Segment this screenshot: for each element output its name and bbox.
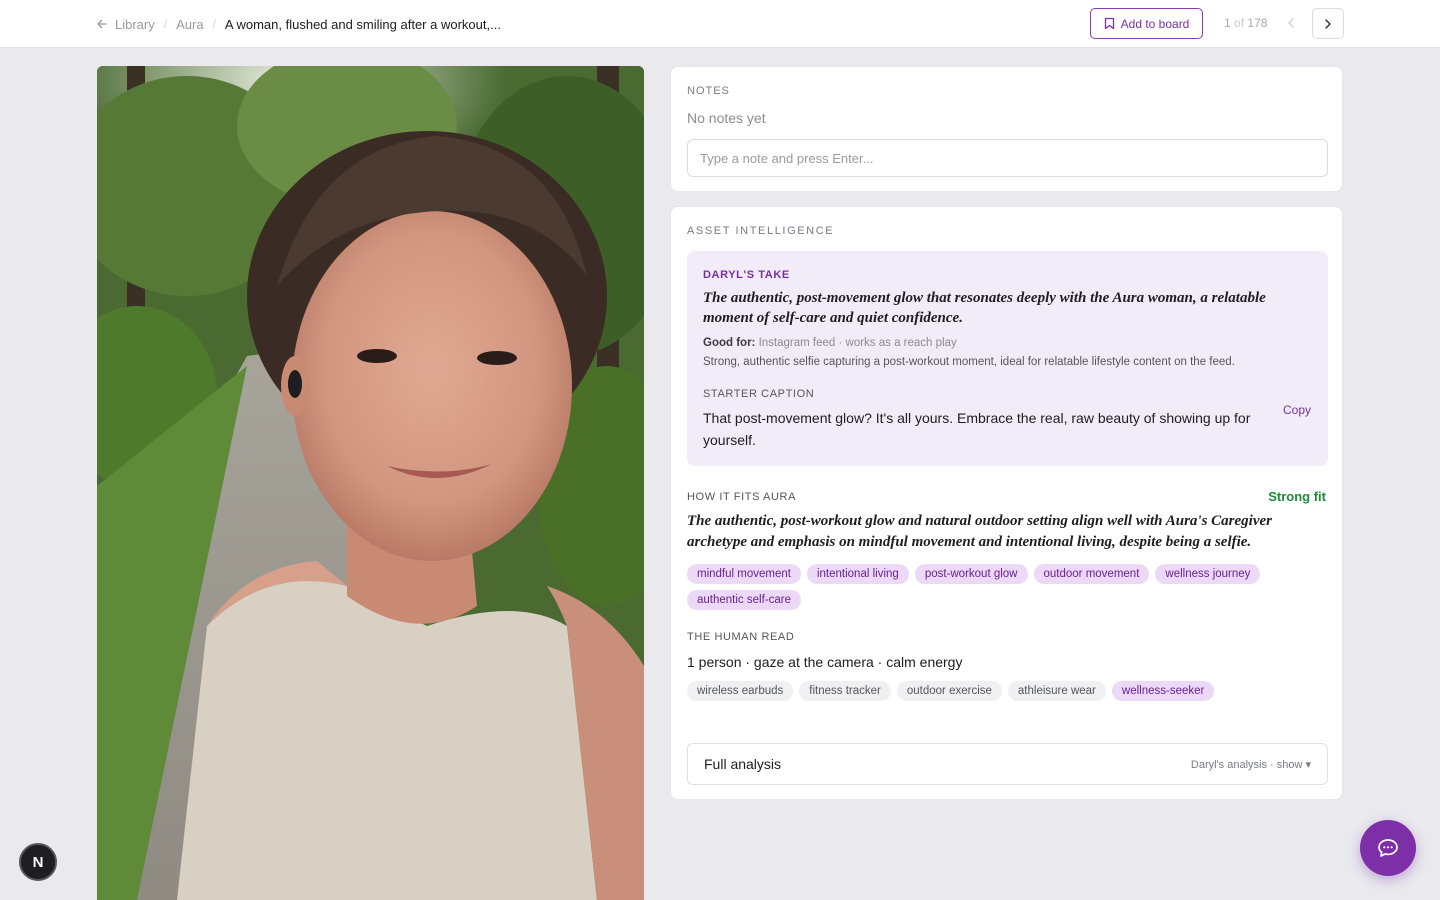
daryls-take-quote: The authentic, post-movement glow that r… <box>703 290 1266 326</box>
take-description: Strong, authentic selfie capturing a pos… <box>703 356 1235 368</box>
pager-total: 178 <box>1247 16 1268 30</box>
add-to-board-button[interactable]: Add to board <box>1090 8 1203 39</box>
fit-tags: mindful movement intentional living post… <box>687 564 1327 610</box>
pager-of: of <box>1234 16 1245 30</box>
asset-intelligence-title: ASSET INTELLIGENCE <box>687 225 835 237</box>
top-bar: Library / Aura / A woman, flushed and sm… <box>0 0 1440 48</box>
daryls-take-panel: DARYL'S TAKE The authentic, post-movemen… <box>687 251 1328 466</box>
breadcrumb-current: A woman, flushed and smiling after a wor… <box>224 16 501 32</box>
fit-tag[interactable]: mindful movement <box>687 564 801 584</box>
next-button[interactable] <box>1312 8 1344 39</box>
breadcrumb: Library / Aura / A woman, flushed and sm… <box>96 0 501 48</box>
human-read-summary: 1 person · gaze at the camera · calm ene… <box>687 654 963 670</box>
human-read-tags: wireless earbuds fitness tracker outdoor… <box>687 681 1327 701</box>
starter-caption-text: That post-movement glow? It's all yours.… <box>703 410 1251 448</box>
breadcrumb-separator: / <box>212 17 216 31</box>
full-analysis-title: Full analysis <box>704 756 782 772</box>
good-for: Good for: Instagram feed · works as a re… <box>703 337 957 349</box>
pager-current: 1 <box>1224 16 1231 30</box>
fit-strength-badge: Strong fit <box>1268 489 1326 504</box>
object-tag[interactable]: athleisure wear <box>1007 681 1106 701</box>
good-for-value: Instagram feed · works as a reach play <box>758 337 957 349</box>
previous-button[interactable] <box>1280 12 1302 34</box>
how-it-fits-quote: The authentic, post-workout glow and nat… <box>687 513 1272 550</box>
notes-title: NOTES <box>687 85 730 97</box>
add-to-board-label: Add to board <box>1120 16 1190 31</box>
chevron-left-icon <box>1288 18 1294 28</box>
breadcrumb-collection-link[interactable]: Aura <box>176 17 203 32</box>
full-analysis-toggle[interactable]: Full analysis Daryl's analysis · show ▾ <box>687 743 1328 785</box>
persona-tag[interactable]: wellness-seeker <box>1111 681 1215 701</box>
full-analysis-meta: Daryl's analysis · show ▾ <box>1190 758 1311 771</box>
how-it-fits-label: HOW IT FITS AURA <box>687 491 797 503</box>
starter-caption-label: STARTER CAPTION <box>703 388 815 400</box>
chat-button[interactable] <box>1360 820 1416 876</box>
daryls-take-label: DARYL'S TAKE <box>703 269 790 281</box>
fit-tag[interactable]: post-workout glow <box>914 564 1028 584</box>
photo-illustration <box>97 66 644 900</box>
pager-count: 1 of 178 <box>1224 16 1267 30</box>
n-logo-badge[interactable]: N <box>19 843 57 881</box>
good-for-label: Good for: <box>703 337 756 349</box>
object-tag[interactable]: fitness tracker <box>799 681 891 701</box>
notes-empty-state: No notes yet <box>687 110 766 126</box>
bookmark-icon <box>1104 17 1114 30</box>
fit-tag[interactable]: outdoor movement <box>1033 564 1150 584</box>
human-read-label: THE HUMAN READ <box>687 631 795 643</box>
asset-intelligence-card: ASSET INTELLIGENCE DARYL'S TAKE The auth… <box>670 206 1343 800</box>
object-tag[interactable]: wireless earbuds <box>687 681 794 701</box>
object-tag[interactable]: outdoor exercise <box>896 681 1002 701</box>
breadcrumb-library-label: Library <box>115 16 155 32</box>
fit-tag[interactable]: wellness journey <box>1155 564 1261 584</box>
breadcrumb-library-link[interactable]: Library <box>96 17 155 32</box>
notes-card: NOTES No notes yet <box>670 66 1343 192</box>
breadcrumb-separator: / <box>163 17 168 31</box>
chat-bubble-icon <box>1378 839 1398 857</box>
fit-tag[interactable]: intentional living <box>806 564 909 584</box>
fit-tag[interactable]: authentic self-care <box>687 590 801 610</box>
arrow-left-icon <box>97 19 107 29</box>
copy-caption-button[interactable]: Copy <box>1283 403 1311 417</box>
note-input[interactable] <box>687 139 1328 177</box>
asset-photo <box>97 66 644 900</box>
chevron-right-icon <box>1325 18 1331 29</box>
